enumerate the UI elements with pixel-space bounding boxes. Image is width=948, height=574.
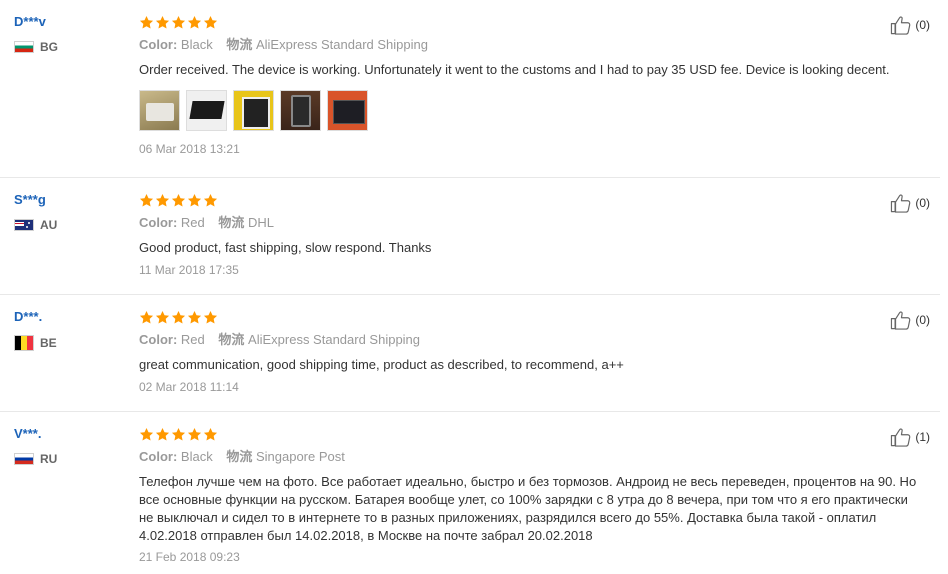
star-icon xyxy=(203,15,218,30)
helpful-button[interactable]: (0) xyxy=(890,310,930,330)
review-item: D***. BE Color: Red 物流 AliExpress Standa… xyxy=(0,295,940,412)
country-code: BG xyxy=(40,40,58,54)
star-rating xyxy=(139,426,932,443)
shipping-label: 物流 xyxy=(226,449,253,464)
color-value: Red xyxy=(180,332,205,347)
review-date: 06 Mar 2018 13:21 xyxy=(139,142,240,156)
shipping-label: 物流 xyxy=(218,332,245,347)
star-icon xyxy=(171,310,186,325)
star-rating xyxy=(139,14,932,31)
color-label: Color: xyxy=(139,449,178,464)
country-code: BE xyxy=(40,336,57,350)
star-icon xyxy=(139,193,154,208)
star-icon xyxy=(171,15,186,30)
thumbs-up-icon xyxy=(890,193,912,213)
thumbs-up-icon xyxy=(890,15,912,35)
star-icon xyxy=(187,427,202,442)
review-photo-thumbnail[interactable] xyxy=(327,90,368,131)
russia-flag-icon xyxy=(14,453,34,465)
star-icon xyxy=(139,427,154,442)
review-photo-thumbnail[interactable] xyxy=(280,90,321,131)
star-rating xyxy=(139,192,932,209)
color-label: Color: xyxy=(139,332,178,347)
thumbs-up-icon xyxy=(890,427,912,447)
review-date: 21 Feb 2018 09:23 xyxy=(139,550,240,564)
shipping-label: 物流 xyxy=(226,37,253,52)
review-content: Color: Black 物流 AliExpress Standard Ship… xyxy=(139,14,932,157)
star-icon xyxy=(139,15,154,30)
star-icon xyxy=(155,15,170,30)
thumbs-up-icon xyxy=(890,310,912,330)
review-item: S***g AU Color: Red 物流 DHL Good product,… xyxy=(0,178,940,295)
order-info: Color: Red 物流 DHL xyxy=(139,215,932,231)
review-date: 02 Mar 2018 11:14 xyxy=(139,380,239,394)
review-photo-thumbnail[interactable] xyxy=(233,90,274,131)
color-value: Black xyxy=(180,449,213,464)
star-rating xyxy=(139,309,932,326)
shipping-value: AliExpress Standard Shipping xyxy=(255,37,428,52)
reviewer-info: D***v BG xyxy=(14,14,124,54)
review-content: Color: Black 物流 Singapore Post Телефон л… xyxy=(139,426,932,565)
reviewer-info: S***g AU xyxy=(14,192,124,232)
star-icon xyxy=(155,310,170,325)
review-photos xyxy=(139,90,932,131)
review-content: Color: Red 物流 AliExpress Standard Shippi… xyxy=(139,309,932,395)
reviewer-country: BE xyxy=(14,335,124,351)
helpful-button[interactable]: (0) xyxy=(890,193,930,213)
color-value: Red xyxy=(180,215,205,230)
color-label: Color: xyxy=(139,215,178,230)
review-item: D***v BG Color: Black 物流 AliExpress Stan… xyxy=(0,0,940,178)
order-info: Color: Red 物流 AliExpress Standard Shippi… xyxy=(139,332,932,348)
bulgaria-flag-icon xyxy=(14,41,34,53)
order-info: Color: Black 物流 Singapore Post xyxy=(139,449,932,465)
helpful-count: (0) xyxy=(915,18,930,32)
review-photo-thumbnail[interactable] xyxy=(139,90,180,131)
star-icon xyxy=(139,310,154,325)
star-icon xyxy=(171,427,186,442)
reviewer-country: RU xyxy=(14,452,124,466)
belgium-flag-icon xyxy=(14,335,34,351)
review-text: Order received. The device is working. U… xyxy=(139,62,890,77)
helpful-count: (1) xyxy=(915,430,930,444)
star-icon xyxy=(187,15,202,30)
reviewer-info: D***. BE xyxy=(14,309,124,351)
shipping-value: DHL xyxy=(248,215,275,230)
color-value: Black xyxy=(180,37,213,52)
helpful-button[interactable]: (0) xyxy=(890,15,930,35)
review-date: 11 Mar 2018 17:35 xyxy=(139,263,239,277)
order-info: Color: Black 物流 AliExpress Standard Ship… xyxy=(139,37,932,53)
star-icon xyxy=(203,427,218,442)
star-icon xyxy=(155,427,170,442)
helpful-count: (0) xyxy=(915,196,930,210)
reviewer-country: BG xyxy=(14,40,124,54)
reviewer-name: D***. xyxy=(14,309,43,324)
review-item: V***. RU Color: Black 物流 Singapore Post … xyxy=(0,412,940,574)
star-icon xyxy=(187,193,202,208)
star-icon xyxy=(203,193,218,208)
star-icon xyxy=(155,193,170,208)
reviewer-name: D***v xyxy=(14,14,46,29)
reviewer-name: V***. xyxy=(14,426,42,441)
helpful-button[interactable]: (1) xyxy=(890,427,930,447)
review-text: Good product, fast shipping, slow respon… xyxy=(139,240,432,255)
star-icon xyxy=(171,193,186,208)
reviewer-info: V***. RU xyxy=(14,426,124,466)
reviewer-name: S***g xyxy=(14,192,46,207)
color-label: Color: xyxy=(139,37,178,52)
country-code: RU xyxy=(40,452,58,466)
helpful-count: (0) xyxy=(915,313,930,327)
review-text: great communication, good shipping time,… xyxy=(139,357,624,372)
star-icon xyxy=(203,310,218,325)
shipping-value: Singapore Post xyxy=(255,449,345,464)
reviewer-country: AU xyxy=(14,218,124,232)
review-content: Color: Red 物流 DHL Good product, fast shi… xyxy=(139,192,932,278)
shipping-value: AliExpress Standard Shipping xyxy=(248,332,421,347)
review-text: Телефон лучше чем на фото. Все работает … xyxy=(139,474,917,543)
star-icon xyxy=(187,310,202,325)
country-code: AU xyxy=(40,218,58,232)
australia-flag-icon xyxy=(14,219,34,231)
shipping-label: 物流 xyxy=(218,215,245,230)
review-photo-thumbnail[interactable] xyxy=(186,90,227,131)
